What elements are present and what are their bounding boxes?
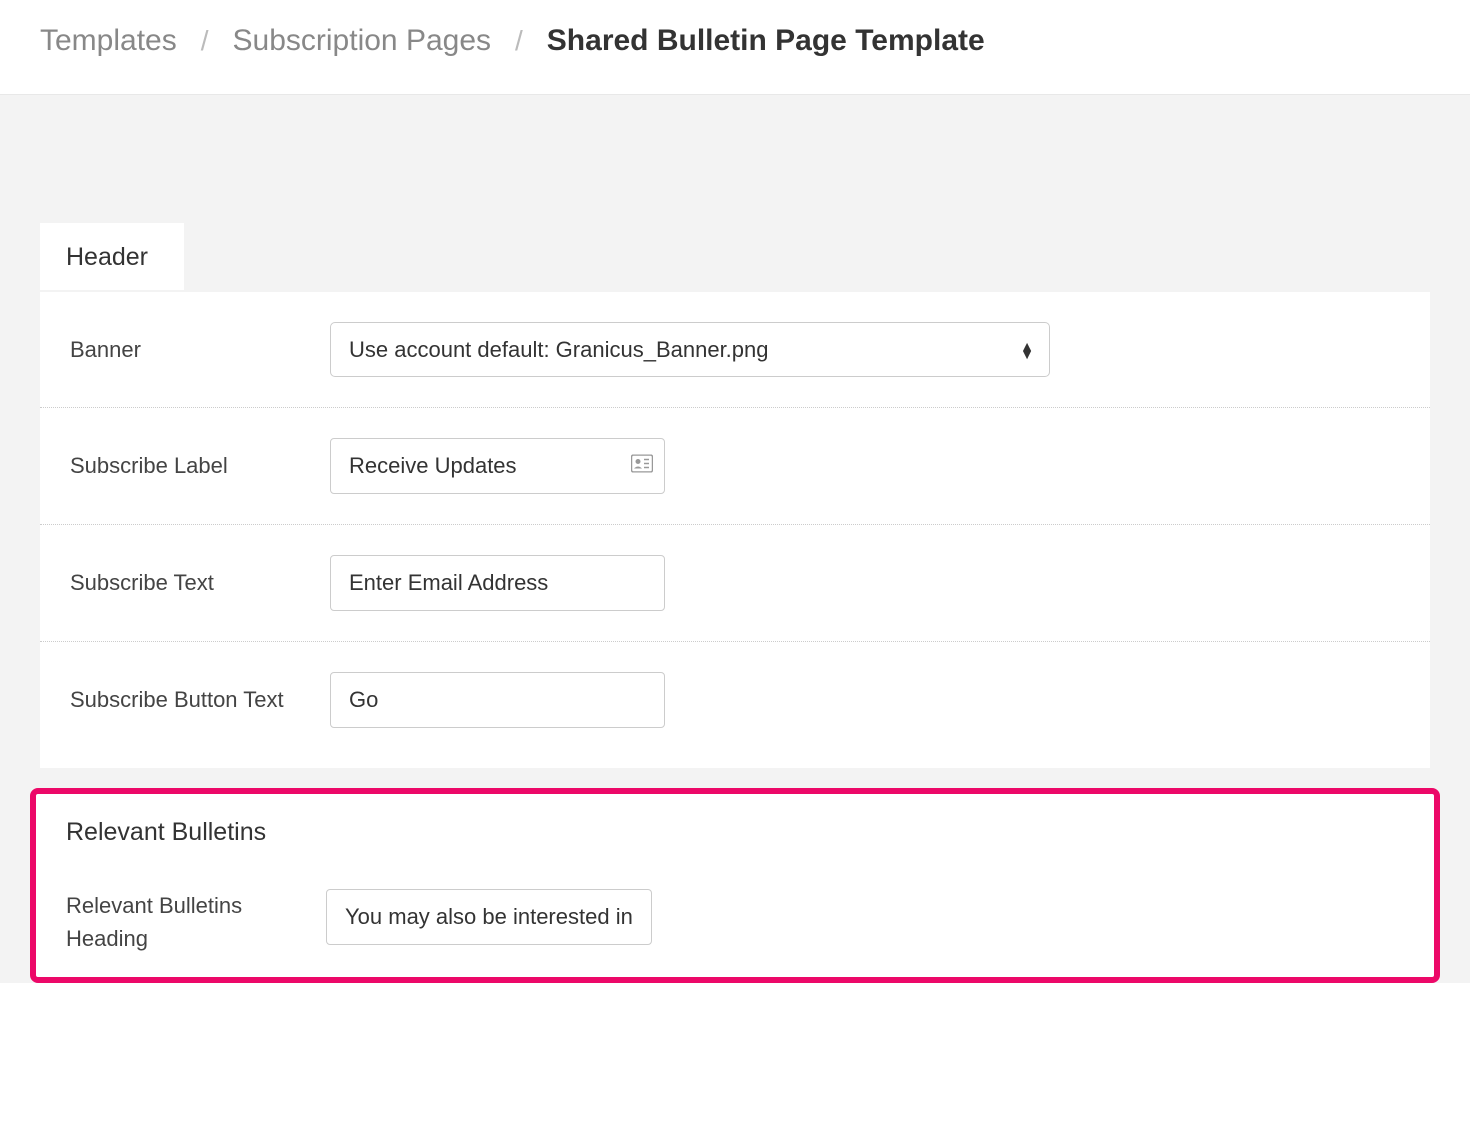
subscribe-text-label: Subscribe Text: [70, 570, 330, 596]
header-panel: Header Banner Use account default: Grani…: [40, 225, 1430, 768]
relevant-heading-label: Relevant Bulletins Heading: [66, 889, 326, 955]
relevant-heading-row: Relevant Bulletins Heading: [36, 867, 1434, 977]
subscribe-text-field: [330, 555, 1430, 611]
breadcrumb-separator: /: [201, 25, 209, 57]
subscribe-text-input[interactable]: [330, 555, 665, 611]
banner-label: Banner: [70, 337, 330, 363]
breadcrumb-current: Shared Bulletin Page Template: [547, 24, 985, 58]
subscribe-text-row: Subscribe Text: [40, 525, 1430, 642]
subscribe-button-field: [330, 672, 1430, 728]
relevant-bulletins-title: Relevant Bulletins: [36, 794, 1434, 867]
relevant-bulletins-highlight: Relevant Bulletins Relevant Bulletins He…: [30, 788, 1440, 983]
subscribe-button-input[interactable]: [330, 672, 665, 728]
banner-select-wrap: Use account default: Granicus_Banner.png…: [330, 322, 1050, 377]
breadcrumb-separator: /: [515, 25, 523, 57]
header-tab[interactable]: Header: [40, 223, 184, 290]
banner-select[interactable]: Use account default: Granicus_Banner.png: [330, 322, 1050, 377]
subscribe-label-input-wrap: [330, 438, 665, 494]
breadcrumb: Templates / Subscription Pages / Shared …: [0, 0, 1470, 95]
header-panel-body: Banner Use account default: Granicus_Ban…: [40, 292, 1430, 768]
subscribe-label-label: Subscribe Label: [70, 453, 330, 479]
banner-row: Banner Use account default: Granicus_Ban…: [40, 292, 1430, 408]
subscribe-text-input-wrap: [330, 555, 665, 611]
breadcrumb-templates[interactable]: Templates: [40, 24, 177, 58]
subscribe-label-row: Subscribe Label: [40, 408, 1430, 525]
relevant-heading-input[interactable]: [326, 889, 652, 945]
subscribe-label-field: [330, 438, 1430, 494]
subscribe-button-label: Subscribe Button Text: [70, 687, 330, 713]
content-area: Header Banner Use account default: Grani…: [0, 95, 1470, 983]
breadcrumb-subscription-pages[interactable]: Subscription Pages: [233, 24, 492, 58]
subscribe-button-row: Subscribe Button Text: [40, 642, 1430, 758]
relevant-bulletins-panel: Relevant Bulletins Relevant Bulletins He…: [36, 794, 1434, 977]
subscribe-button-input-wrap: [330, 672, 665, 728]
contact-card-icon[interactable]: [631, 455, 653, 478]
subscribe-label-input[interactable]: [330, 438, 665, 494]
relevant-heading-field: [326, 889, 652, 945]
section-tabs-row: Header: [40, 225, 1430, 292]
banner-field: Use account default: Granicus_Banner.png…: [330, 322, 1430, 377]
